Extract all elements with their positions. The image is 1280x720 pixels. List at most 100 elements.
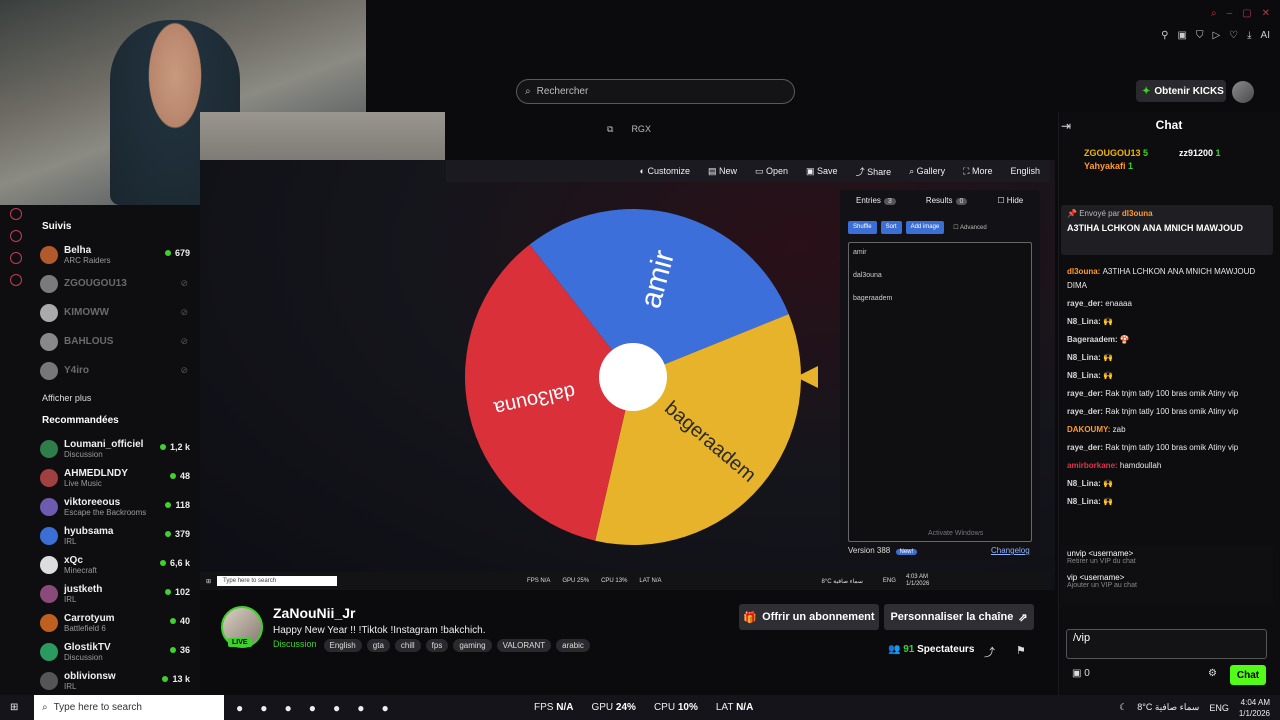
chat-username[interactable]: N8_Lina: [1067,317,1103,326]
file-explorer-icon[interactable]: ● [260,701,267,715]
tab-results[interactable]: Results 0 [926,196,968,205]
chat-username[interactable]: Bageraadem: [1067,335,1120,344]
bookmark-icon[interactable]: ⚑ [1016,644,1026,657]
gift-subscription-button[interactable]: 🎁 Offrir un abonnement [739,604,879,630]
chat-send-button[interactable]: Chat [1230,665,1266,685]
wheel-toolbar-share[interactable]: ⤴ Share [856,165,892,178]
tab-entries[interactable]: Entries 3 [856,196,896,205]
chat-username[interactable]: raye_der: [1067,407,1105,416]
chat-username[interactable]: N8_Lina: [1067,479,1103,488]
pinned-by-user[interactable]: dl3ouna [1122,209,1153,218]
share-icon[interactable]: ⤴ [984,644,995,660]
windows-start-icon[interactable]: ⊞ [10,702,18,713]
entries-textarea[interactable]: amir dal3ouna bageraadem [848,242,1032,542]
browser-icon[interactable]: ● [333,701,340,715]
gifter-entry[interactable]: zz91200 1 [1179,148,1274,158]
chat-username[interactable]: raye_der: [1067,299,1105,308]
download-icon[interactable]: ⤓ [1247,30,1251,41]
stream-tag[interactable]: arabic [556,639,590,652]
stream-tag[interactable]: chill [394,639,421,652]
os-search[interactable]: ⌕ Type here to search [34,695,224,720]
hide-checkbox[interactable]: ☐ Hide [997,196,1023,205]
opera-gx-icon[interactable]: ● [357,701,364,715]
stream-tag[interactable]: gta [366,639,390,652]
wheel-toolbar-more[interactable]: ⛶ More [963,166,992,177]
close-icon[interactable]: ✕ [1262,8,1270,19]
show-more-link[interactable]: Afficher plus [32,393,200,403]
stream-tag[interactable]: English [323,639,362,652]
gifter-entry[interactable]: ZGOUGOU13 5 [1084,148,1179,158]
ai-button[interactable]: AI [1261,30,1270,41]
chat-username[interactable]: amirborkane: [1067,461,1120,470]
chat-username[interactable]: raye_der: [1067,443,1105,452]
wheel-center[interactable] [599,343,667,411]
chat-username[interactable]: DAKOUMY: [1067,425,1113,434]
edge-icon[interactable]: ● [285,701,292,715]
chat-input[interactable]: /vip [1066,629,1267,659]
sidebar-channel-row[interactable]: Belha ARC Raiders 679 [32,240,200,269]
chat-username[interactable]: N8_Lina: [1067,353,1103,362]
add-image-button[interactable]: Add image [905,221,945,234]
points-display[interactable]: ▣ 0 [1072,668,1090,679]
category-link[interactable]: Discussion [273,639,317,652]
square-icon[interactable]: ▣ [1178,30,1187,41]
explore-icon[interactable] [10,252,22,264]
chat-username[interactable]: raye_der: [1067,389,1105,398]
popout-icon[interactable]: ⧉ [607,124,613,135]
play-icon[interactable]: ▷ [1212,30,1220,41]
profile-avatar[interactable] [1232,81,1254,103]
channel-name[interactable]: ZaNouNii_Jr [273,605,355,621]
browse-icon[interactable] [10,208,22,220]
sidebar-channel-row[interactable]: justketh IRL 102 [32,579,200,608]
settings-icon[interactable] [10,274,22,286]
wheel-of-names[interactable]: amirbageraademdal3ouna [460,205,810,555]
search-icon[interactable]: ⌕ [1211,8,1217,19]
command-suggestion[interactable]: unvip <username> Retirer un VIP du chat [1067,549,1267,565]
sidebar-channel-row[interactable]: xQc Minecraft 6,6 k [32,550,200,579]
sidebar-channel-row[interactable]: Loumani_officiel Discussion 1,2 k [32,434,200,463]
stream-tag[interactable]: gaming [453,639,492,652]
pin-icon[interactable]: ⚲ [1161,30,1168,41]
wheel-toolbar-english[interactable]: English [1010,166,1040,176]
shuffle-button[interactable]: Shuffle [848,221,877,234]
wheel-toolbar-save[interactable]: ▣ Save [806,166,838,177]
sidebar-channel-row[interactable]: oblivionsw IRL 13 k [32,666,200,695]
stream-tag[interactable]: VALORANT [496,639,552,652]
customize-channel-button[interactable]: Personnaliser la chaîne ⇗ [884,604,1034,630]
wheel-toolbar-gallery[interactable]: ⌕ Gallery [909,166,945,177]
sidebar-channel-row[interactable]: viktoreeous Escape the Backrooms 118 [32,492,200,521]
chat-username[interactable]: N8_Lina: [1067,371,1103,380]
clock[interactable]: 4:04 AM 1/1/2026 [1239,697,1270,719]
maximize-icon[interactable]: ▢ [1242,8,1251,19]
changelog-link[interactable]: Changelog [991,546,1030,555]
gifter-entry[interactable]: Yahyakafi 1 [1084,161,1179,171]
heart-icon[interactable]: ♡ [1229,30,1238,41]
chat-username[interactable]: N8_Lina: [1067,497,1103,506]
search-input[interactable]: ⌕ Rechercher [516,79,795,104]
sidebar-channel-row[interactable]: AHMEDLNDY Live Music 48 [32,463,200,492]
sidebar-channel-row[interactable]: hyubsama IRL 379 [32,521,200,550]
chrome-icon[interactable]: ● [309,701,316,715]
sidebar-channel-row[interactable]: Y4iro ⊘ [32,356,200,385]
get-kicks-button[interactable]: ✦ Obtenir KICKS [1136,80,1226,102]
wheel-toolbar-customize[interactable]: ◐ Customize [640,166,690,176]
sidebar-channel-row[interactable]: BAHLOUS ⊘ [32,327,200,356]
wheel-toolbar-open[interactable]: ▭ Open [755,166,788,177]
chat-settings-icon[interactable]: ⚙ [1208,668,1217,679]
chat-username[interactable]: dl3ouna: [1067,267,1103,276]
following-icon[interactable] [10,230,22,242]
task-view-icon[interactable]: ● [236,701,243,715]
advanced-checkbox[interactable]: ☐ Advanced [948,221,991,234]
obs-icon[interactable]: ● [382,701,389,715]
stream-tag[interactable]: fps [425,639,449,652]
sidebar-channel-row[interactable]: Carrotyum Battlefield 6 40 [32,608,200,637]
sidebar-channel-row[interactable]: ZGOUGOU13 ⊘ [32,269,200,298]
sort-button[interactable]: Sort [880,221,902,234]
command-suggestion[interactable]: vip <username> Ajouter un VIP au chat [1067,573,1267,589]
wheel-toolbar-new[interactable]: ▤ New [708,166,737,177]
shield-icon[interactable]: ⛉ [1196,30,1204,41]
minimize-icon[interactable]: – [1227,8,1233,19]
sidebar-channel-row[interactable]: GlostikTV Discussion 36 [32,637,200,666]
sidebar-channel-row[interactable]: KIMOWW ⊘ [32,298,200,327]
language-indicator[interactable]: ENG [1209,703,1229,713]
